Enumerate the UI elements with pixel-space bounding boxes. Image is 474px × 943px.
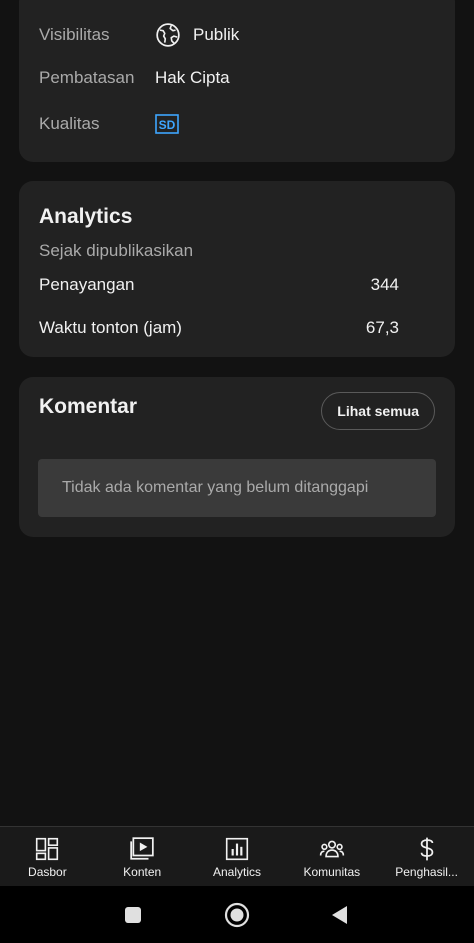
metric-watch-time-value: 67,3 — [365, 318, 399, 337]
nav-item-content[interactable]: Konten — [95, 827, 190, 886]
content-icon — [130, 837, 154, 860]
quality-label: Kualitas — [39, 114, 100, 133]
visibility-label: Visibilitas — [39, 25, 110, 44]
globe-icon — [156, 23, 180, 47]
metric-watch-time: Waktu tonton (jam) 67,3 — [39, 318, 399, 338]
recents-button[interactable] — [103, 886, 163, 943]
system-nav-bar — [0, 886, 474, 943]
screen: Visibilitas Publik Pembatasan Hak Cipta … — [0, 0, 474, 943]
home-icon — [224, 902, 250, 927]
visibility-value-text: Publik — [193, 25, 240, 44]
earn-icon — [420, 837, 433, 861]
nav-item-community[interactable]: Komunitas — [284, 827, 379, 886]
nav-item-dashboard[interactable]: Dasbor — [0, 827, 95, 886]
nav-label-dashboard: Dasbor — [28, 865, 67, 879]
sd-badge-text: SD — [159, 118, 176, 132]
analytics-card[interactable]: Analytics Sejak dipublikasikan Penayanga… — [19, 181, 455, 357]
back-button[interactable] — [309, 886, 369, 943]
metric-views: Penayangan 344 — [39, 275, 399, 295]
metric-views-label: Penayangan — [39, 275, 135, 294]
dashboard-icon — [36, 837, 59, 861]
nav-item-analytics[interactable]: Analytics — [190, 827, 285, 886]
empty-comments-text: Tidak ada komentar yang belum ditanggapi — [62, 479, 369, 496]
bottom-nav: Dasbor Konten Analytics Komunitas Pengha… — [0, 826, 474, 886]
visibility-row[interactable]: Visibilitas Publik — [39, 22, 435, 48]
community-icon — [319, 840, 344, 858]
analytics-title: Analytics — [39, 205, 133, 228]
quality-value: SD — [155, 114, 179, 134]
analytics-subtitle: Sejak dipublikasikan — [39, 241, 194, 260]
nav-label-content: Konten — [123, 865, 162, 879]
nav-item-earn[interactable]: Penghasil... — [379, 827, 474, 886]
sd-badge-icon: SD — [155, 114, 179, 134]
see-all-button[interactable]: Lihat semua — [321, 392, 435, 430]
empty-comments-box: Tidak ada komentar yang belum ditanggapi — [38, 459, 436, 517]
nav-label-earn: Penghasil... — [395, 865, 458, 879]
metric-views-value: 344 — [370, 275, 399, 294]
analytics-icon — [225, 837, 249, 861]
home-button[interactable] — [207, 886, 267, 943]
back-icon — [332, 905, 347, 924]
visibility-value: Publik — [155, 22, 239, 48]
restriction-label: Pembatasan — [39, 68, 135, 87]
quality-row: Kualitas SD — [39, 114, 435, 134]
recents-icon — [125, 906, 141, 923]
metric-watch-time-label: Waktu tonton (jam) — [39, 318, 182, 337]
restriction-row[interactable]: Pembatasan Hak Cipta — [39, 68, 435, 88]
restriction-value: Hak Cipta — [155, 68, 230, 87]
comments-title: Komentar — [39, 395, 138, 418]
video-details-card: Visibilitas Publik Pembatasan Hak Cipta … — [19, 0, 455, 162]
comments-card: Komentar Lihat semua Tidak ada komentar … — [19, 377, 455, 537]
nav-label-community: Komunitas — [303, 865, 361, 879]
nav-label-analytics: Analytics — [212, 865, 261, 879]
